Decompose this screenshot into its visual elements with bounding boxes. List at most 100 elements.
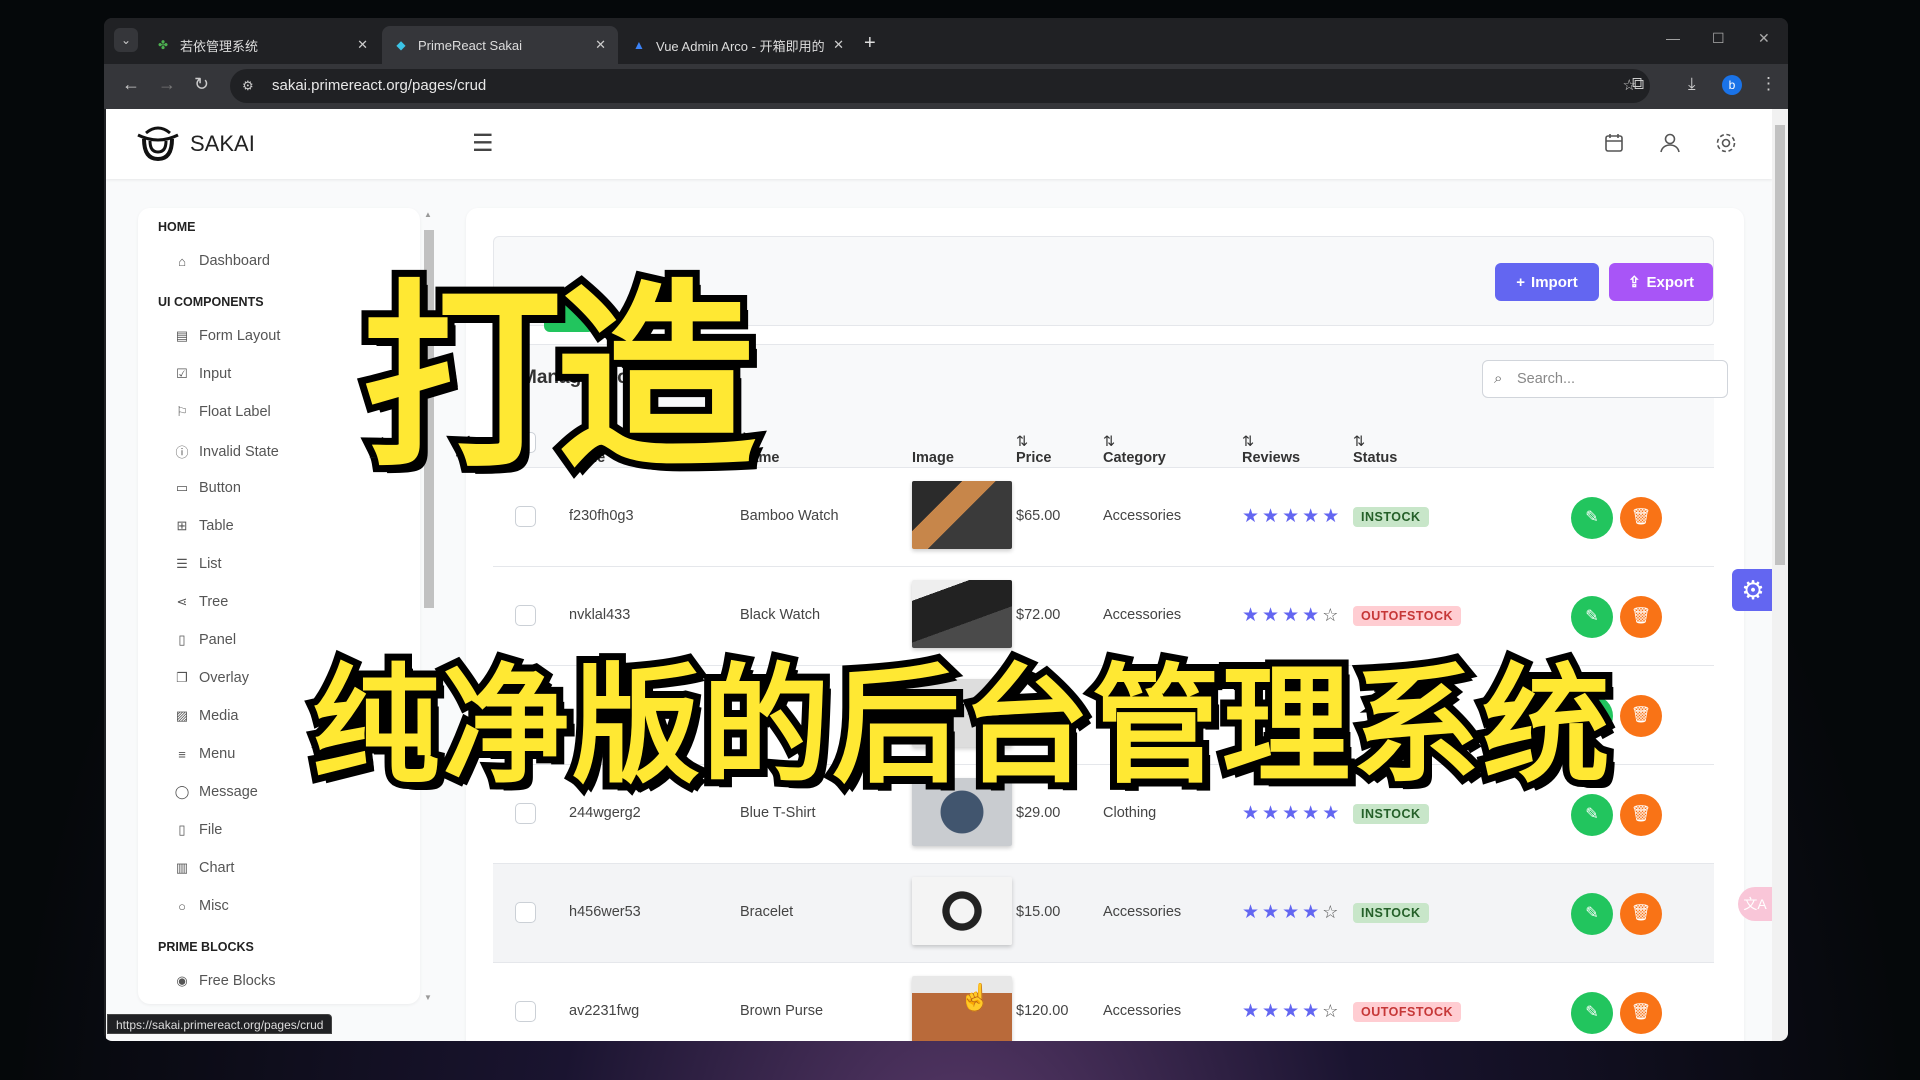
profile-avatar[interactable]: b xyxy=(1722,75,1742,95)
sort-icon[interactable]: ⇅ xyxy=(1242,434,1254,450)
layout-config-button[interactable]: ⚙ xyxy=(1732,569,1772,611)
sidebar-item[interactable]: ▭ Button xyxy=(174,480,241,496)
sidebar-item[interactable]: ⚐ Float Label xyxy=(174,404,271,420)
sidebar-item[interactable]: ◯ Message xyxy=(174,784,258,800)
product-category: Clothing xyxy=(1103,805,1157,821)
row-checkbox[interactable] xyxy=(515,902,536,923)
reload-icon[interactable]: ↻ xyxy=(194,74,209,95)
delete-button[interactable]: 🗑 xyxy=(1620,794,1662,836)
url-input[interactable]: ⚙ sakai.primereact.org/pages/crud ☆ xyxy=(230,69,1650,103)
extensions-icon[interactable]: ⧉ xyxy=(1632,74,1644,94)
column-header[interactable]: Reviews ⇅ xyxy=(1242,434,1300,466)
sidebar-item-label: Overlay xyxy=(199,670,249,686)
export-button[interactable]: ⇪ Export xyxy=(1609,263,1713,301)
tab-bar: ⌄ ✤ 若依管理系统 ✕ ◆ PrimeReact Sakai ✕ ▲ Vue … xyxy=(104,18,1788,64)
sidebar-item[interactable]: ⊞ Table xyxy=(174,518,234,534)
tab-vue-admin-arco[interactable]: ▲ Vue Admin Arco - 开箱即用的 ✕ xyxy=(620,26,856,64)
table-row[interactable]: h456wer53 Bracelet $15.00 Accessories ★★… xyxy=(493,864,1714,963)
sidebar-item-label: Tree xyxy=(199,594,229,610)
import-button[interactable]: + Import xyxy=(1495,263,1599,301)
sidebar-item[interactable]: ▤ Form Layout xyxy=(174,328,281,344)
sidebar-item[interactable]: ◉ Free Blocks xyxy=(174,973,276,989)
sidebar-item[interactable]: ❐ Overlay xyxy=(174,670,249,686)
delete-button[interactable]: 🗑 xyxy=(1620,992,1662,1034)
rating-stars: ★★★★☆ xyxy=(1242,901,1341,924)
sidebar-item[interactable]: ▥ Chart xyxy=(174,860,235,876)
maximize-button[interactable]: ☐ xyxy=(1712,30,1725,47)
status-badge: INSTOCK xyxy=(1353,507,1429,527)
sort-icon[interactable]: ⇅ xyxy=(1103,434,1115,450)
delete-button[interactable]: 🗑 xyxy=(1620,695,1662,737)
table-row[interactable]: av2231fwg Brown Purse $120.00 Accessorie… xyxy=(493,963,1714,1041)
edit-button[interactable]: ✎ xyxy=(1571,893,1613,935)
column-header[interactable]: Category ⇅ xyxy=(1103,434,1166,466)
sidebar-item[interactable]: ▯ Panel xyxy=(174,632,236,648)
translate-button[interactable]: 文A xyxy=(1738,887,1772,921)
star-empty-icon: ☆ xyxy=(1322,1001,1342,1021)
product-name: Brown Purse xyxy=(740,1003,824,1019)
edit-button[interactable]: ✎ xyxy=(1571,497,1613,539)
sidebar-item[interactable]: ☰ List xyxy=(174,556,221,572)
sidebar-item[interactable]: ○ Misc xyxy=(174,898,229,914)
delete-button[interactable]: 🗑 xyxy=(1620,497,1662,539)
status-url-tooltip: https://sakai.primereact.org/pages/crud xyxy=(107,1014,333,1034)
sidebar-item-label: Dashboard xyxy=(199,253,270,269)
sidebar-item[interactable]: ☑ Input xyxy=(174,366,231,382)
sidebar-item[interactable]: ▨ Media xyxy=(174,708,239,724)
minimize-button[interactable]: — xyxy=(1666,30,1680,46)
tab-primereact-sakai[interactable]: ◆ PrimeReact Sakai ✕ xyxy=(382,26,618,64)
tab-search-button[interactable]: ⌄ xyxy=(114,28,138,52)
column-header[interactable]: Status ⇅ xyxy=(1353,434,1397,466)
menu-item-icon: ▯ xyxy=(178,632,186,647)
menu-item-icon: ▨ xyxy=(175,708,189,723)
product-price: $15.00 xyxy=(1016,904,1061,920)
brand-name: SAKAI xyxy=(190,131,255,156)
sidebar-item-label: Free Blocks xyxy=(199,973,276,989)
star-filled-icon: ★ xyxy=(1282,1001,1303,1022)
page-scrollbar[interactable] xyxy=(1772,109,1788,1041)
product-code: av2231fwg xyxy=(569,1003,640,1019)
close-icon[interactable]: ✕ xyxy=(357,37,368,53)
menu-toggle-icon[interactable]: ☰ xyxy=(472,129,494,158)
window-close-button[interactable]: ✕ xyxy=(1758,30,1770,47)
delete-button[interactable]: 🗑 xyxy=(1620,596,1662,638)
gear-icon[interactable] xyxy=(1714,131,1738,155)
tab-ruoyi[interactable]: ✤ 若依管理系统 ✕ xyxy=(144,26,380,64)
sort-icon[interactable]: ⇅ xyxy=(1016,434,1028,450)
sidebar-item[interactable]: ≡ Menu xyxy=(174,746,235,762)
close-icon[interactable]: ✕ xyxy=(833,37,844,53)
column-header[interactable]: Price ⇅ xyxy=(1016,434,1051,466)
user-icon[interactable] xyxy=(1658,131,1682,155)
status-badge: OUTOFSTOCK xyxy=(1353,1002,1462,1022)
row-checkbox[interactable] xyxy=(515,506,536,527)
sakai-logo[interactable] xyxy=(136,125,180,161)
forward-icon[interactable]: → xyxy=(158,74,176,95)
sidebar-item-label: File xyxy=(199,822,223,838)
product-name: Bamboo Watch xyxy=(740,508,839,524)
calendar-icon[interactable] xyxy=(1602,131,1626,155)
site-info-icon[interactable]: ⚙ xyxy=(242,69,254,103)
overlay-caption-line2: 纯净版的后台管理系统 xyxy=(305,645,1617,808)
trash-icon: 🗑 xyxy=(1630,707,1652,724)
search-input[interactable]: ⌕ Search... xyxy=(1482,360,1728,398)
import-label: Import xyxy=(1531,273,1578,291)
sidebar-item[interactable]: ⓘ Invalid State xyxy=(174,442,278,461)
sidebar-item-label: Message xyxy=(199,784,258,800)
pencil-icon: ✎ xyxy=(1585,806,1599,823)
menu-kebab-icon[interactable]: ⋮ xyxy=(1760,74,1777,94)
rating-stars: ★★★★★ xyxy=(1242,505,1342,528)
row-checkbox[interactable] xyxy=(515,1001,536,1022)
product-image xyxy=(912,481,1012,549)
delete-button[interactable]: 🗑 xyxy=(1620,893,1662,935)
back-icon[interactable]: ← xyxy=(122,74,140,95)
sort-icon[interactable]: ⇅ xyxy=(1353,434,1365,450)
new-tab-button[interactable]: + xyxy=(864,32,876,55)
download-icon[interactable]: ⤓ xyxy=(1688,74,1696,94)
edit-button[interactable]: ✎ xyxy=(1571,992,1613,1034)
sidebar-item[interactable]: ▯ File xyxy=(174,822,222,838)
star-filled-icon: ★ xyxy=(1302,506,1323,527)
sidebar-item[interactable]: ⌂ Dashboard xyxy=(174,253,270,269)
close-icon[interactable]: ✕ xyxy=(595,37,606,53)
url-text: sakai.primereact.org/pages/crud xyxy=(272,77,487,94)
sidebar-item[interactable]: ⋖ Tree xyxy=(174,594,229,610)
